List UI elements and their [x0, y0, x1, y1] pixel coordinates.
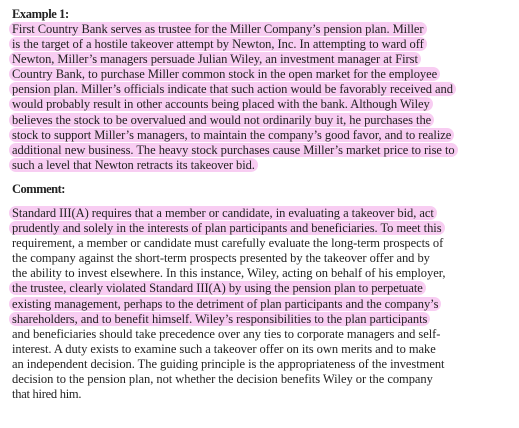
example-heading: Example 1:: [12, 7, 69, 21]
example-line: would probably result in other accounts …: [9, 97, 516, 112]
comment-line: the ability to invest elsewhere. In this…: [12, 266, 516, 281]
example-line: additional new business. The heavy stock…: [9, 142, 516, 158]
comment-line-text: existing management, perhaps to the detr…: [9, 296, 442, 311]
comment-line: an independent decision. The guiding pri…: [12, 357, 516, 372]
example-line: First Country Bank serves as trustee for…: [9, 22, 516, 37]
comment-line: Standard III(A) requires that a member o…: [9, 205, 516, 221]
comment-line-text: the trustee, clearly violated Standard I…: [9, 281, 426, 296]
comment-line: that hired him.: [12, 387, 516, 402]
example-line: such a level that Newton retracts its ta…: [9, 157, 516, 173]
example-line: stock to support Miller’s managers, to m…: [9, 127, 516, 143]
comment-line-text: Standard III(A) requires that a member o…: [9, 205, 437, 220]
comment-line-text: the ability to invest elsewhere. In this…: [12, 266, 446, 281]
example-line-text: Newton, Miller’s managers persuade Julia…: [9, 52, 421, 67]
comment-line-text: interest. A duty exists to examine such …: [12, 341, 436, 356]
comment-line-text: an independent decision. The guiding pri…: [12, 356, 445, 371]
comment-line-text: the company against the short-term prosp…: [12, 251, 430, 266]
heading-spacer: [12, 197, 516, 206]
example-line: believes the stock to be overvalued and …: [9, 112, 516, 128]
comment-line: decision to the pension plan, not whethe…: [12, 372, 516, 387]
comment-line-text: prudently and solely in the interests of…: [9, 221, 445, 236]
comment-line-text: shareholders, and to benefit himself. Wi…: [9, 311, 431, 326]
example-line-text: believes the stock to be overvalued and …: [9, 112, 435, 127]
example-line: Country Bank, to purchase Miller common …: [9, 67, 516, 82]
document-page: Example 1: First Country Bank serves as …: [9, 6, 516, 402]
comment-line: prudently and solely in the interests of…: [9, 221, 516, 236]
comment-line: the company against the short-term prosp…: [12, 251, 516, 266]
comment-line-text: that hired him.: [12, 387, 82, 402]
comment-line: and beneficiaries should take precedence…: [12, 327, 516, 342]
example-line: is the target of a hostile takeover atte…: [9, 37, 516, 52]
comment-heading: Comment:: [12, 181, 65, 196]
example-line-text: pension plan. Miller’s officials indicat…: [9, 82, 456, 97]
example-line: pension plan. Miller’s officials indicat…: [9, 82, 516, 97]
comment-line: shareholders, and to benefit himself. Wi…: [9, 311, 516, 327]
comment-line-text: and beneficiaries should take precedence…: [12, 326, 441, 341]
comment-line-text: decision to the pension plan, not whethe…: [12, 371, 433, 386]
comment-line: existing management, perhaps to the detr…: [9, 296, 516, 312]
example-line-text: additional new business. The heavy stock…: [9, 142, 458, 157]
example-line-text: would probably result in other accounts …: [9, 97, 433, 112]
comment-line: requirement, a member or candidate must …: [12, 236, 516, 251]
comment-paragraph: Standard III(A) requires that a member o…: [9, 205, 516, 402]
comment-line-text: requirement, a member or candidate must …: [12, 236, 444, 251]
example-line: Newton, Miller’s managers persuade Julia…: [9, 52, 516, 67]
example-line-text: stock to support Miller’s managers, to m…: [9, 127, 455, 142]
example-line-text: First Country Bank serves as trustee for…: [9, 22, 427, 36]
example-line-text: such a level that Newton retracts its ta…: [9, 157, 258, 172]
example-line-text: Country Bank, to purchase Miller common …: [9, 67, 441, 82]
comment-line: interest. A duty exists to examine such …: [12, 342, 516, 357]
example-line-text: is the target of a hostile takeover atte…: [9, 37, 427, 52]
comment-line: the trustee, clearly violated Standard I…: [9, 281, 516, 296]
example-paragraph: First Country Bank serves as trustee for…: [9, 22, 516, 173]
